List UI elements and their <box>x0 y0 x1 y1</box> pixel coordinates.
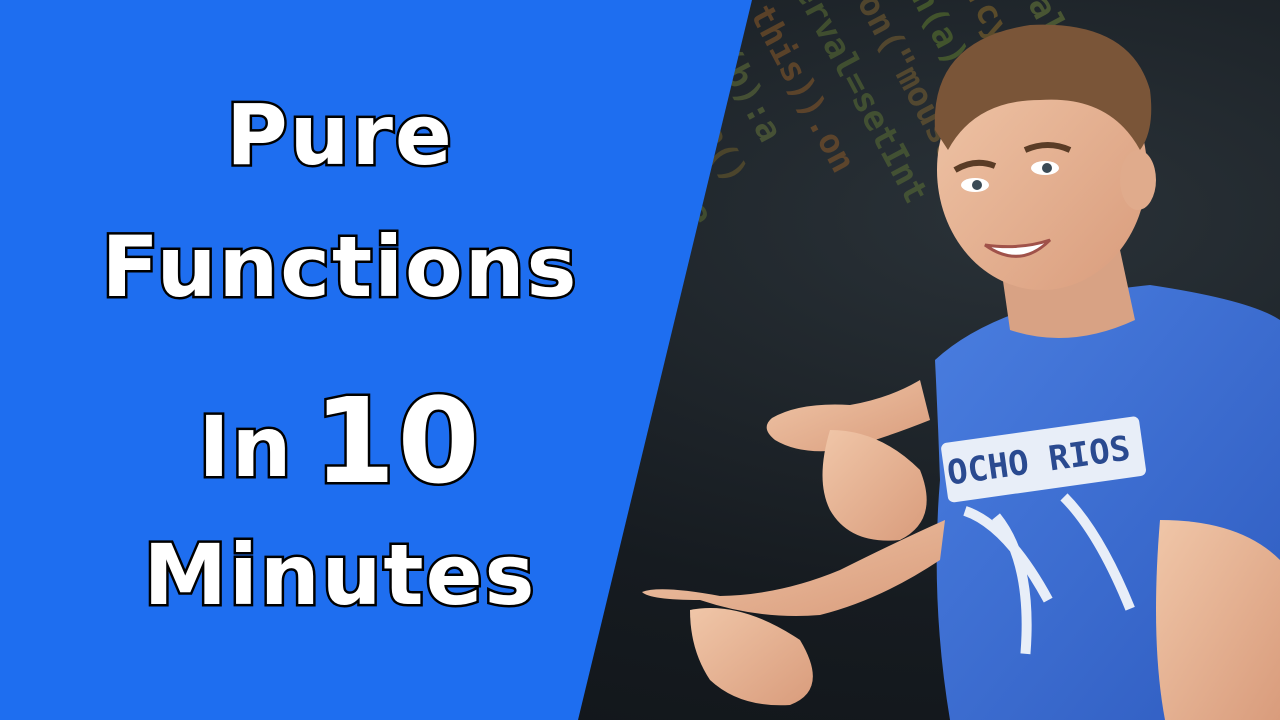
video-thumbnail: this.interval&& prototype.cycle=fu =func… <box>0 0 1280 720</box>
lower-hand <box>690 608 813 706</box>
right-arm <box>1156 520 1280 720</box>
ear <box>1120 150 1156 210</box>
title-line-3-number: 10 <box>311 370 482 513</box>
title-line-3-prefix: In <box>196 396 294 499</box>
title-line-1: Pure <box>224 84 455 187</box>
upper-hand <box>822 430 927 541</box>
title-line-3: In 10 <box>0 370 680 513</box>
title-line-4: Minutes <box>141 524 537 627</box>
title-line-2: Functions <box>99 216 579 319</box>
